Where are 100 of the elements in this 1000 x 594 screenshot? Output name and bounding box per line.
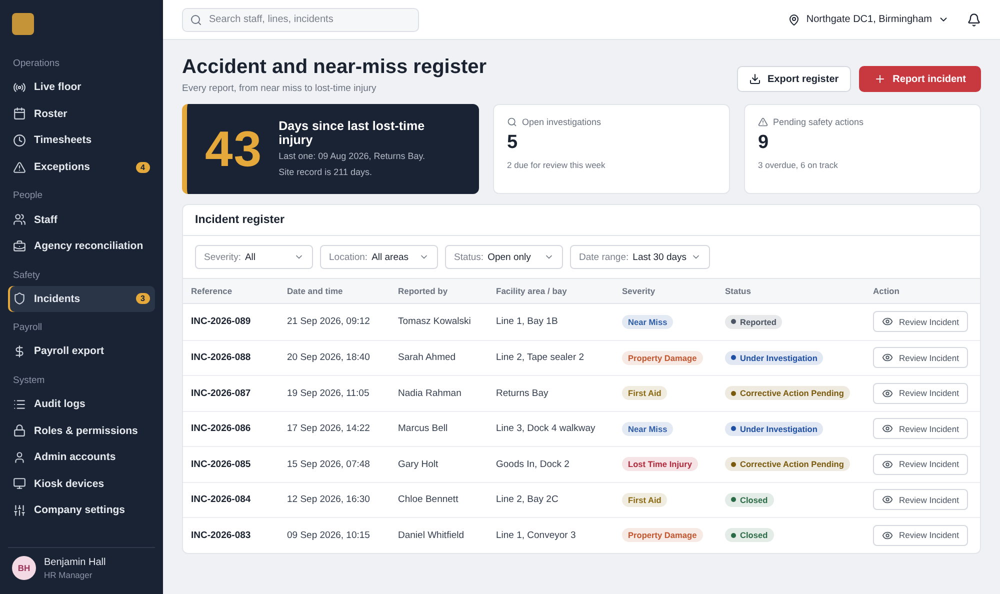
page-title: Accident and near-miss register [182, 56, 487, 79]
table-cell-text: Tomasz Kowalski [398, 316, 472, 328]
nav-item[interactable]: Admin accounts [8, 444, 155, 471]
status-tag: Reported [725, 314, 782, 329]
nav-item[interactable]: Staff [8, 206, 155, 233]
stat-note: 2 due for review this week [507, 160, 606, 170]
nav-item[interactable]: Kiosk devices [8, 470, 155, 498]
table-cell-text: INC-2026-085 [191, 458, 252, 470]
nav-item[interactable]: Audit logs [8, 390, 155, 418]
nav-item[interactable]: Roles & permissions [8, 417, 155, 444]
review-button[interactable]: Review Incident [873, 489, 968, 510]
user-name: Benjamin Hall [44, 556, 106, 568]
warning-icon [758, 117, 768, 127]
table-cell-text: Daniel Whitfield [398, 530, 465, 541]
section-title: Operations [12, 58, 60, 69]
user-avatar: BH [12, 556, 36, 580]
table-cell-text: Nadia Rahman [398, 388, 462, 399]
nav-item[interactable]: Roster [8, 100, 155, 128]
table-cell-text: Line 1, Bay 1B [496, 316, 559, 328]
table-cell-text: Marcus Bell [398, 423, 449, 434]
card-title: Days since last lost-time injury [278, 118, 426, 148]
review-button[interactable]: Review Incident [873, 382, 968, 404]
table-cell-text: 20 Sep 2026, 18:40 [287, 352, 371, 364]
status-tag: Corrective Action Pending [725, 457, 850, 472]
user-icon [13, 450, 26, 464]
review-button[interactable]: Review Incident [873, 311, 968, 332]
status-tag: Under Investigation [725, 422, 824, 436]
table-cell-text: Goods In, Dock 2 [496, 458, 570, 470]
section-title: Payroll [12, 322, 44, 334]
briefcase-icon [13, 240, 26, 253]
review-button[interactable]: Review Incident [873, 454, 968, 475]
column-header: Reported by [398, 286, 449, 296]
shield-icon [13, 292, 26, 306]
table-cell-text: INC-2026-084 [191, 494, 252, 506]
monitor-icon [13, 477, 26, 490]
export-button[interactable]: Export register [736, 66, 851, 92]
review-button[interactable]: Review Incident [873, 418, 968, 440]
card-title: Incident register [183, 205, 980, 236]
nav-item[interactable]: Agency reconciliation [8, 232, 155, 260]
table-cell-text: INC-2026-088 [191, 352, 252, 364]
card-note: Last one: 09 Aug 2026, Returns Bay. [278, 150, 426, 164]
location-selector[interactable]: Northgate DC1, Birmingham [788, 14, 949, 26]
calendar-icon [13, 107, 26, 120]
table-cell-text: Line 2, Tape sealer 2 [496, 352, 586, 364]
review-button[interactable]: Review Incident [873, 524, 968, 546]
filter-dropdown[interactable]: Location: All areas [320, 245, 438, 269]
section-title: Safety [12, 270, 41, 281]
section-title: People [12, 190, 44, 202]
table-cell-text: 09 Sep 2026, 10:15 [287, 530, 371, 541]
table-cell-text: 19 Sep 2026, 11:05 [287, 388, 370, 399]
table-cell-text: Line 1, Conveyor 3 [496, 530, 577, 541]
nav-item[interactable]: Live floor [8, 74, 155, 101]
nav-item[interactable]: Exceptions 4 [8, 154, 155, 180]
status-tag: Under Investigation [725, 350, 824, 365]
table-cell-text: 17 Sep 2026, 14:22 [287, 423, 371, 434]
eye-icon [882, 530, 893, 541]
eye-icon [882, 388, 893, 399]
nav-item[interactable]: Timesheets [8, 127, 155, 154]
count-badge: 4 [136, 162, 150, 173]
signal-icon [13, 80, 26, 94]
severity-tag: Property Damage [622, 528, 703, 542]
notifications-button[interactable] [967, 12, 981, 26]
status-tag: Closed [725, 528, 774, 542]
table-cell-text: 21 Sep 2026, 09:12 [287, 316, 371, 328]
download-icon [748, 73, 761, 85]
table-cell-text: INC-2026-087 [191, 388, 252, 399]
plus-icon [874, 73, 886, 85]
report-button[interactable]: Report incident [858, 66, 981, 92]
stat-label: Open investigations [507, 117, 716, 127]
eye-icon [882, 423, 893, 434]
sliders-icon [13, 504, 26, 517]
search-field[interactable]: Search staff, lines, incidents [182, 8, 419, 32]
nav-item[interactable]: Incidents 3 [8, 286, 155, 312]
filter-dropdown[interactable]: Status: Open only [445, 245, 563, 269]
table-cell-text: Returns Bay [496, 388, 550, 399]
stat-note: 3 overdue, 6 on track [758, 160, 839, 170]
severity-tag: Near Miss [622, 422, 674, 436]
severity-tag: First Aid [622, 492, 668, 507]
stat-label: Pending safety actions [758, 117, 967, 127]
stat-value: 9 [758, 132, 770, 154]
table-cell-text: Gary Holt [398, 458, 440, 470]
clock-icon [13, 134, 26, 147]
filter-dropdown[interactable]: Severity: All [195, 245, 313, 269]
table-cell-text: INC-2026-089 [191, 316, 252, 328]
table-cell-text: 15 Sep 2026, 07:48 [287, 458, 371, 470]
column-header: Date and time [287, 286, 344, 296]
search-icon [507, 117, 517, 127]
column-header: Status [725, 286, 752, 296]
nav-item[interactable]: Payroll export [8, 338, 155, 365]
severity-tag: Property Damage [622, 350, 703, 365]
eye-icon [882, 352, 893, 364]
column-header: Action [873, 286, 900, 296]
filter-dropdown[interactable]: Date range: Last 30 days [570, 245, 710, 269]
table-cell-text: Chloe Bennett [398, 494, 460, 506]
table-cell-text: INC-2026-086 [191, 423, 252, 434]
count-badge: 3 [136, 293, 150, 304]
review-button[interactable]: Review Incident [873, 347, 968, 368]
nav-item[interactable]: Company settings [8, 497, 155, 524]
status-tag: Closed [725, 492, 774, 507]
table-cell-text: 12 Sep 2026, 16:30 [287, 494, 371, 506]
